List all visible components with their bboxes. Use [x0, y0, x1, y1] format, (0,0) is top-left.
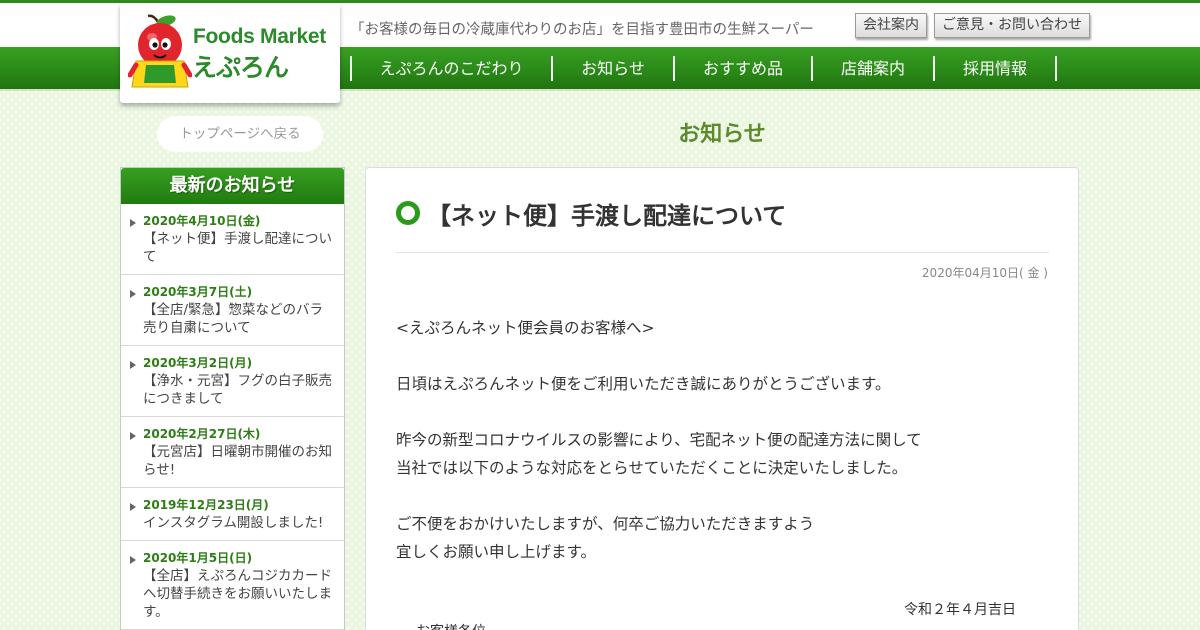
logo-text-foods-market: Foods Market	[193, 25, 326, 48]
triangle-bullet-icon	[130, 361, 136, 369]
article-line: ご不便をおかけいたしますが、何卒ご協力いただきますよう	[396, 515, 815, 533]
news-date: 2020年3月7日(土)	[143, 285, 253, 299]
news-article: 【ネット便】手渡し配達について 2020年04月10日( 金 ) <えぷろんネッ…	[365, 167, 1079, 630]
apple-mascot-icon	[128, 14, 192, 88]
latest-news-sidebar: 最新のお知らせ 2020年4月10日(金) 【ネット便】手渡し配達について 20…	[120, 167, 345, 630]
news-date: 2020年1月5日(日)	[143, 551, 253, 565]
nav-item-recommended[interactable]: おすすめ品	[675, 57, 811, 81]
news-title[interactable]: 【浄水・元宮】フグの白子販売につきまして	[143, 372, 336, 408]
news-title[interactable]: 【全店/緊急】惣菜などのバラ売り自粛について	[143, 301, 336, 337]
triangle-bullet-icon	[130, 503, 136, 511]
article-line: 当社では以下のような対応をとらせていただくことに決定いたしました。	[396, 459, 908, 477]
site-tagline: 「お客様の毎日の冷蔵庫代わりのお店」を目指す豊田市の生鮮スーパー	[350, 22, 814, 38]
news-list-item[interactable]: 2020年2月27日(木) 【元宮店】日曜朝市開催のお知らせ!	[121, 417, 344, 488]
triangle-bullet-icon	[130, 290, 136, 298]
triangle-bullet-icon	[130, 219, 136, 227]
news-title[interactable]: インスタグラム開設しました!	[143, 514, 336, 532]
news-date: 2019年12月23日(月)	[143, 498, 269, 512]
article-line: 宜しくお願い申し上げます。	[396, 543, 596, 561]
news-list-item[interactable]: 2020年3月7日(土) 【全店/緊急】惣菜などのバラ売り自粛について	[121, 275, 344, 346]
article-line: <えぷろんネット便会員のお客様へ>	[396, 319, 655, 337]
news-date: 2020年2月27日(木)	[143, 427, 261, 441]
nav-item-recruit[interactable]: 採用情報	[935, 57, 1055, 81]
company-info-button[interactable]: 会社案内	[855, 13, 927, 38]
news-date: 2020年3月2日(月)	[143, 356, 253, 370]
article-body: <えぷろんネット便会員のお客様へ> 日頃はえぷろんネット便をご利用いただき誠にあ…	[396, 314, 1049, 566]
site-logo[interactable]: Foods Market えぷろん	[120, 3, 340, 103]
news-date: 2020年4月10日(金)	[143, 214, 261, 228]
divider	[396, 252, 1049, 253]
nav-item-stores[interactable]: 店舗案内	[813, 57, 933, 81]
triangle-bullet-icon	[130, 556, 136, 564]
article-sign-date: 令和２年４月吉日	[904, 602, 1016, 618]
article-title: 【ネット便】手渡し配達について	[427, 202, 787, 230]
news-title[interactable]: 【全店】えぷろんコジカカードへ切替手続きをお願いいたします。	[143, 567, 336, 621]
nav-item-kodawari[interactable]: えぷろんのこだわり	[352, 57, 551, 81]
nav-item-news[interactable]: お知らせ	[553, 57, 673, 81]
logo-text-eplon: えぷろん	[192, 53, 289, 82]
back-to-top-button[interactable]: トップページへ戻る	[157, 116, 323, 152]
news-list-item[interactable]: 2019年12月23日(月) インスタグラム開設しました!	[121, 488, 344, 541]
sidebar-heading: 最新のお知らせ	[121, 168, 344, 204]
article-date: 2020年04月10日( 金 )	[921, 266, 1048, 280]
news-list-item[interactable]: 2020年3月2日(月) 【浄水・元宮】フグの白子販売につきまして	[121, 346, 344, 417]
triangle-bullet-icon	[130, 432, 136, 440]
article-greeting: お客様各位	[416, 621, 486, 630]
contact-button[interactable]: ご意見・お問い合わせ	[934, 13, 1090, 38]
news-title[interactable]: 【元宮店】日曜朝市開催のお知らせ!	[143, 443, 336, 479]
article-line: 日頃はえぷろんネット便をご利用いただき誠にありがとうございます。	[396, 375, 891, 393]
news-list-item[interactable]: 2020年1月5日(日) 【全店】えぷろんコジカカードへ切替手続きをお願いいたし…	[121, 541, 344, 630]
ring-bullet-icon	[396, 201, 420, 225]
news-title[interactable]: 【ネット便】手渡し配達について	[143, 230, 336, 266]
news-list-item[interactable]: 2020年4月10日(金) 【ネット便】手渡し配達について	[121, 204, 344, 275]
nav-separator	[1055, 56, 1057, 81]
article-line: 昨今の新型コロナウイルスの影響により、宅配ネット便の配達方法に関して	[396, 431, 922, 449]
page-title: お知らせ	[678, 122, 766, 147]
